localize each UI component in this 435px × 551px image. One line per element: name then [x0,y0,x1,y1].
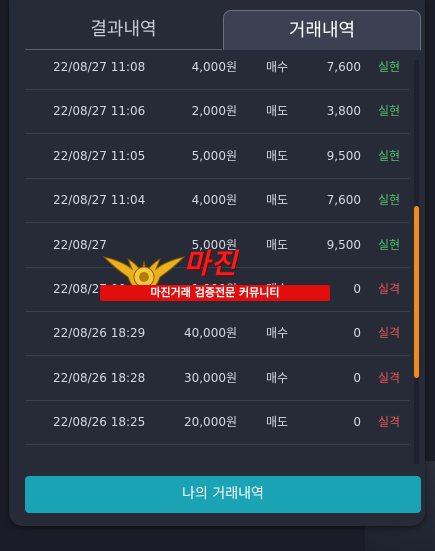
trade-time: 22/08/27 11:04 [53,193,146,208]
trade-list: 22/08/27 11:08 4,000원 매수 7,600 실현 22/08/27 11… [25,60,409,463]
trade-status: 실격 [378,415,401,430]
trade-side: 매도 [266,148,289,163]
trade-row: 22/08/27 11:05 5,000원 매도 9,500 실현 [25,134,409,179]
trade-price: 0 [353,282,361,296]
trade-price: 0 [353,326,361,341]
trade-time: 22/08/27 00:41 [53,282,146,296]
trade-row: 22/08/27 5,000원 매도 9,500 실현 [25,223,409,268]
trade-status: 실격 [378,282,401,296]
trade-price: 3,800 [326,104,361,119]
trade-side: 매수 [266,60,289,74]
trade-price: 0 [353,415,361,430]
trade-side: 매수 [266,326,289,341]
trade-amount: 20,000원 [183,415,237,430]
trade-status: 실현 [378,193,401,208]
trade-time: 22/08/27 [53,237,107,252]
trade-row: 22/08/27 00:41 1,000원 매수 0 실격 [25,267,409,312]
trade-price: 7,600 [326,193,361,208]
trade-row: 22/08/27 11:04 4,000원 매도 7,600 실현 [25,178,409,224]
trade-side: 매도 [266,104,289,119]
trade-side: 매도 [266,415,289,430]
trade-row: 22/08/26 18:29 40,000원 매수 0 실격 [25,311,409,357]
trade-amount: 40,000원 [183,326,237,341]
trade-time: 22/08/27 11:08 [53,60,146,74]
trade-row: 22/08/26 18:25 20,000원 매도 0 실격 [25,400,409,446]
trade-amount: 30,000원 [183,370,237,385]
trade-time: 22/08/26 18:25 [53,415,146,430]
trade-time: 22/08/27 11:06 [53,104,146,119]
trade-time: 22/08/27 11:05 [53,148,146,163]
tab-results[interactable]: 결과내역 [25,10,222,50]
trade-price: 9,500 [326,148,361,163]
trade-amount: 1,000원 [191,282,237,296]
scrollbar-thumb[interactable] [414,206,419,378]
trade-price: 9,500 [326,237,361,252]
trade-amount: 4,000원 [191,193,237,208]
trade-time: 22/08/26 18:29 [53,326,146,341]
trade-amount: 4,000원 [191,60,237,74]
trade-status: 실현 [378,104,401,119]
trade-status: 실현 [378,60,401,74]
scrollbar[interactable] [414,60,419,464]
tab-trades[interactable]: 거래내역 [223,10,421,50]
trade-status: 실현 [378,148,401,163]
trade-time: 22/08/26 18:28 [53,370,146,385]
trade-status: 실현 [378,237,401,252]
trade-side: 매수 [266,370,289,385]
trade-row: 22/08/27 11:08 4,000원 매수 7,600 실현 [25,60,409,90]
trade-price: 0 [353,370,361,385]
trade-price: 7,600 [326,60,361,74]
trade-row: 22/08/26 18:28 30,000원 매수 0 실격 [25,356,409,401]
my-trades-button[interactable]: 나의 거래내역 [25,476,421,513]
trade-side: 매도 [266,237,289,252]
trade-status: 실격 [378,326,401,341]
tab-bar: 결과내역 거래내역 [9,0,425,51]
trade-side: 매도 [266,193,289,208]
trade-status: 실격 [378,370,401,385]
trade-history-panel: 결과내역 거래내역 22/08/27 11:08 4,000원 매수 7,600 실현 2… [9,0,425,526]
trade-amount: 5,000원 [191,237,237,252]
trade-amount: 5,000원 [191,148,237,163]
trade-side: 매수 [266,282,289,296]
trade-row: 22/08/27 11:06 2,000원 매도 3,800 실현 [25,89,409,135]
trade-amount: 2,000원 [191,104,237,119]
